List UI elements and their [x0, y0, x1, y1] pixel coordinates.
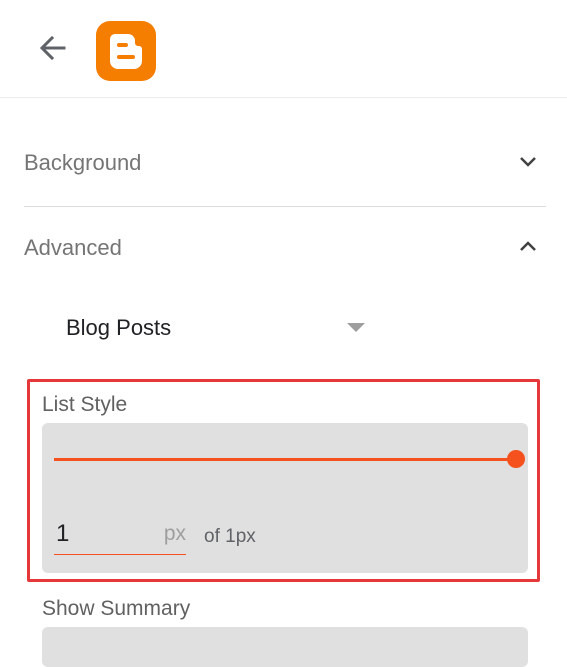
chevron-down-icon[interactable] [516, 150, 540, 174]
back-button[interactable] [36, 31, 70, 65]
blogger-logo [96, 21, 156, 81]
section-background-label[interactable]: Background [24, 150, 141, 176]
arrow-left-icon [39, 35, 66, 61]
header-bar [0, 0, 567, 98]
show-summary-panel [42, 627, 528, 667]
dropdown-selected-value: Blog Posts [66, 315, 172, 340]
blog-section-dropdown[interactable]: Blog Posts [66, 305, 376, 349]
section-advanced-label[interactable]: Advanced [24, 235, 122, 261]
chevron-up-icon[interactable] [516, 234, 540, 258]
dropdown-arrow-icon [347, 323, 365, 332]
section-divider [24, 206, 546, 207]
show-summary-title: Show Summary [42, 597, 191, 620]
highlight-box [27, 379, 540, 582]
